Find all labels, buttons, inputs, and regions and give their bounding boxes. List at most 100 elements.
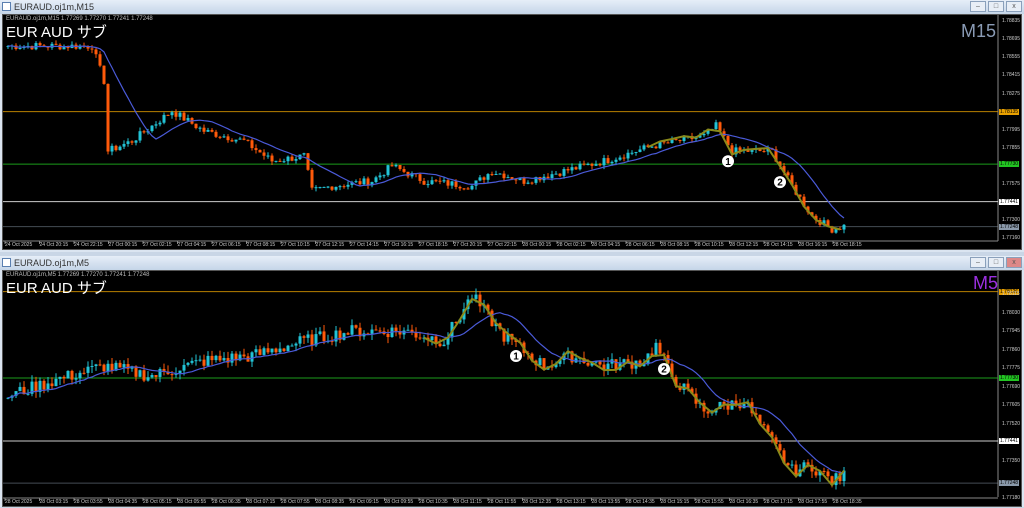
moving-average-line: [7, 312, 845, 474]
candle-body: [214, 355, 218, 361]
candle-body: [282, 161, 286, 163]
level-price-label: 1.77730: [999, 161, 1020, 168]
candle-body: [434, 180, 438, 182]
time-tick-label: 27 Oct 00:15: [108, 242, 138, 248]
candle-body: [158, 122, 162, 125]
time-tick-label: 28 Oct 07:15: [246, 499, 276, 505]
candle-body: [118, 362, 122, 368]
minimize-button[interactable]: –: [970, 1, 986, 12]
candle-body: [346, 333, 350, 335]
candle-body: [102, 65, 106, 84]
candle-body: [826, 471, 830, 477]
candle-body: [286, 345, 290, 351]
time-tick-label: 28 Oct 08:35: [315, 499, 345, 505]
time-tick-label: 28 Oct 04:15: [591, 242, 621, 248]
candle-body: [254, 349, 258, 353]
candle-body: [90, 366, 94, 368]
candle-body: [486, 174, 490, 180]
candle-body: [718, 122, 722, 132]
candle-body: [246, 139, 250, 141]
candle-body: [162, 114, 166, 123]
candle-body: [482, 177, 486, 180]
candle-body: [514, 179, 518, 181]
candle-body: [282, 348, 286, 351]
level-price-label: 1.77248: [999, 480, 1020, 487]
candle-body: [302, 153, 306, 155]
chart-window-icon: [2, 2, 11, 11]
candle-body: [706, 411, 710, 414]
candle-body: [70, 370, 74, 380]
candle-body: [494, 173, 498, 175]
candle-body: [278, 348, 282, 353]
candle-body: [450, 181, 454, 186]
candle-body: [374, 329, 378, 331]
time-tick-label: 28 Oct 12:35: [522, 499, 552, 505]
candle-body: [306, 153, 310, 170]
candle-body: [714, 122, 718, 130]
candle-body: [182, 364, 186, 371]
candle-body: [398, 164, 402, 170]
candle-body: [278, 160, 282, 162]
candle-body: [602, 158, 606, 166]
price-tick-label: 1.78835: [1002, 18, 1021, 24]
candle-body: [406, 329, 410, 331]
time-tick-label: 28 Oct 09:55: [384, 499, 414, 505]
time-tick-label: 27 Oct 18:15: [419, 242, 448, 248]
time-tick-label: 27 Oct 14:15: [350, 242, 379, 248]
time-tick-label: 27 Oct 22:15: [488, 242, 517, 248]
candle-body: [658, 342, 662, 354]
candle-body: [306, 334, 310, 338]
price-chart[interactable]: 1 2 1.78126 1.77730 1.77441 1.77248 1.78115 1.7…: [2, 270, 1022, 507]
window-titlebar[interactable]: EURAUD.oj1m,M15 – □ x: [0, 0, 1024, 14]
candle-body: [342, 333, 346, 340]
window-titlebar[interactable]: EURAUD.oj1m,M5 – □ x: [0, 256, 1024, 270]
candle-body: [442, 180, 446, 182]
time-tick-label: 27 Oct 08:15: [246, 242, 276, 248]
candle-body: [414, 332, 418, 338]
time-tick-label: 28 Oct 09:15: [350, 499, 379, 505]
time-tick-label: 27 Oct 04:15: [177, 242, 207, 248]
candle-body: [614, 159, 618, 162]
candle-body: [322, 186, 326, 188]
candle-body: [654, 342, 658, 356]
candle-body: [814, 471, 818, 476]
minimize-button[interactable]: –: [970, 257, 986, 268]
time-tick-label: 28 Oct 06:15: [626, 242, 655, 248]
candle-body: [202, 359, 206, 366]
candle-body: [606, 158, 610, 164]
candle-body: [586, 363, 590, 366]
candle-body: [562, 169, 566, 176]
candle-body: [254, 148, 258, 151]
time-tick-label: 27 Oct 16:15: [384, 242, 414, 248]
candle-body: [190, 360, 194, 363]
candle-body: [570, 167, 574, 171]
candle-body: [554, 173, 558, 175]
candle-body: [330, 186, 334, 190]
price-chart[interactable]: 1 2 1.78135 1.77730 1.77441 1.77248 1.78835 1.7…: [2, 14, 1022, 250]
timeframe-label: M15: [961, 21, 997, 41]
time-tick-label: 28 Oct 14:35: [626, 499, 655, 505]
candle-body: [146, 377, 150, 381]
candle-body: [274, 160, 278, 162]
price-tick-label: 1.78030: [1002, 309, 1021, 316]
candle-body: [178, 112, 182, 117]
candle-body: [786, 172, 790, 176]
candle-body: [642, 145, 646, 150]
maximize-button[interactable]: □: [988, 257, 1004, 268]
close-button[interactable]: x: [1006, 257, 1022, 268]
price-tick-label: 1.77605: [1002, 402, 1021, 409]
candle-body: [270, 348, 274, 353]
candle-body: [418, 337, 422, 339]
close-button[interactable]: x: [1006, 1, 1022, 12]
candle-body: [442, 344, 446, 347]
maximize-button[interactable]: □: [988, 1, 1004, 12]
price-tick-label: 1.78275: [1002, 90, 1021, 97]
candle-body: [790, 464, 794, 466]
candle-body: [286, 156, 290, 162]
window-title: EURAUD.oj1m,M15: [14, 2, 95, 12]
candle-body: [126, 141, 130, 144]
candle-body: [26, 393, 30, 395]
window-title: EURAUD.oj1m,M5: [14, 258, 90, 268]
candle-body: [138, 370, 142, 377]
level-price-label: 1.77441: [999, 438, 1020, 445]
